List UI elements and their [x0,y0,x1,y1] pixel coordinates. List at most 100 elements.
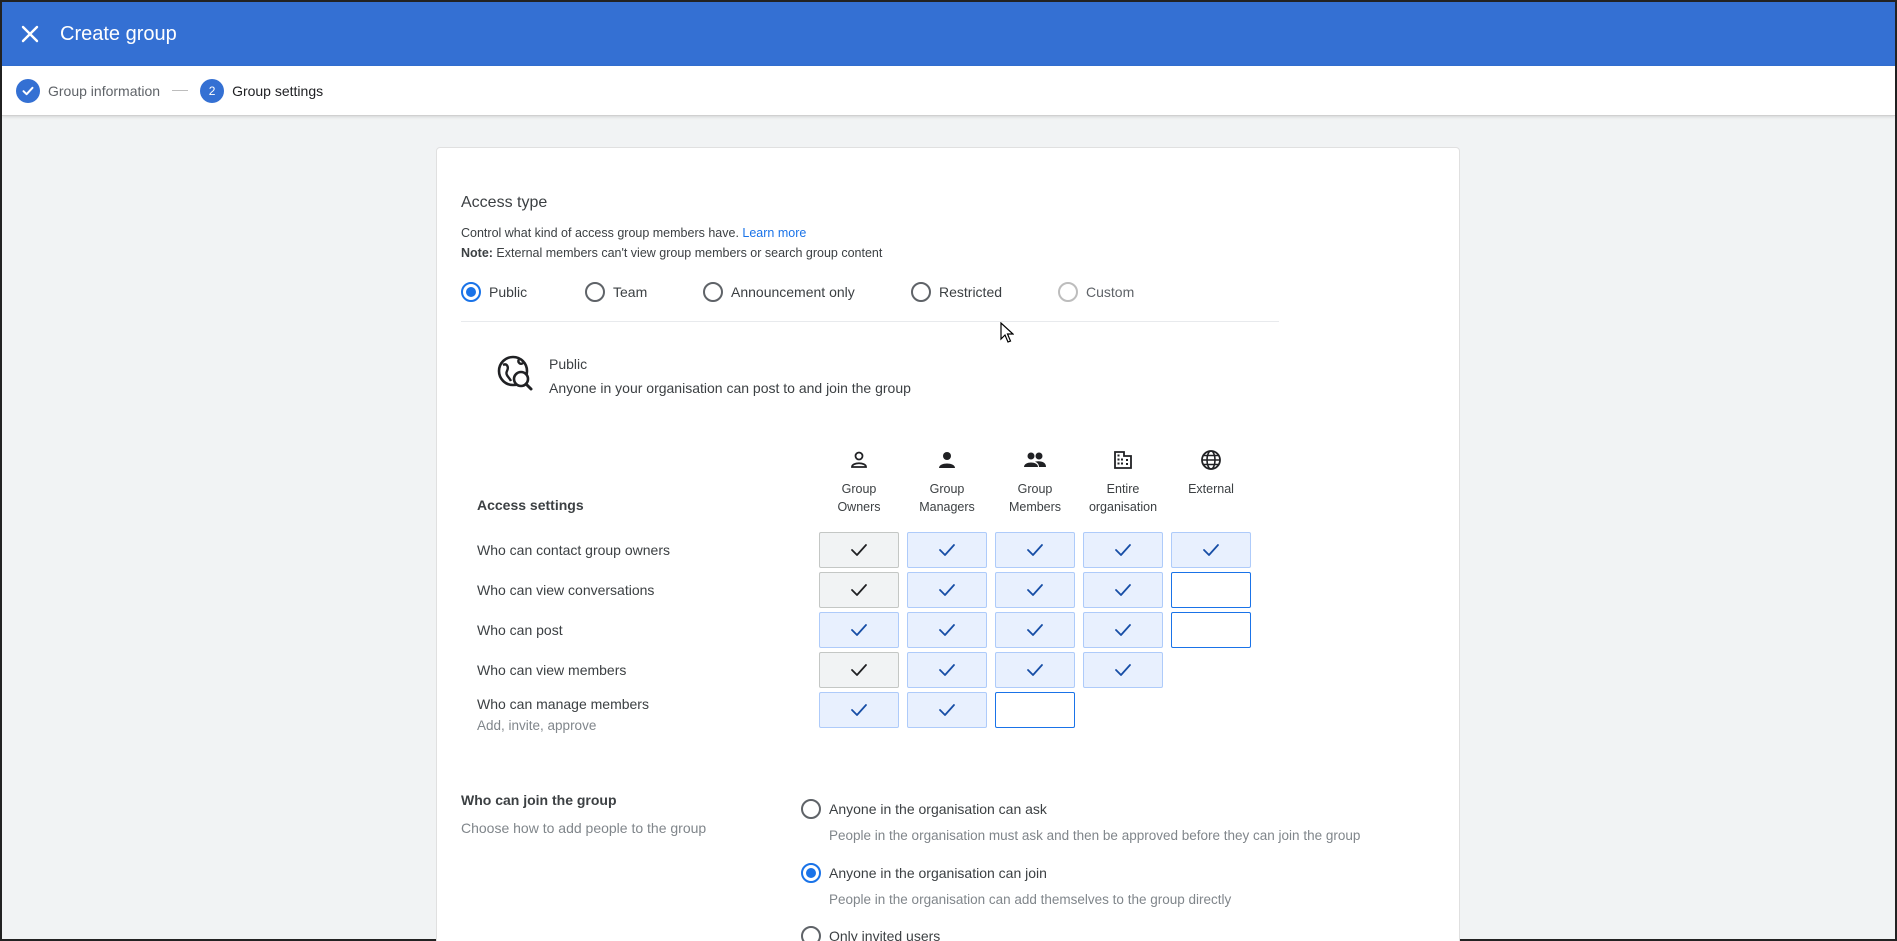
close-icon[interactable] [8,12,52,56]
access-cell-fixed [819,572,899,608]
check-icon [1026,663,1044,677]
radio-label: Only invited users [829,928,941,941]
check-icon [938,583,956,597]
step-separator [172,90,189,91]
column-label-line2: Owners [837,500,881,514]
learn-more-link[interactable]: Learn more [742,226,806,240]
check-icon [850,623,868,637]
check-icon [16,78,40,103]
building-icon [1083,440,1163,480]
step-group-settings[interactable]: 2 Group settings [200,78,324,103]
join-option-join[interactable]: Anyone in the organisation can join [801,863,1047,883]
check-icon [850,663,868,677]
radio-label: Custom [1086,284,1135,300]
check-icon [938,623,956,637]
radio-button[interactable] [801,799,821,819]
access-cell-on[interactable] [907,572,987,608]
check-icon [1114,543,1132,557]
join-option-ask[interactable]: Anyone in the organisation can ask [801,799,1047,819]
access-type-public[interactable]: Public [461,282,585,302]
access-type-restricted[interactable]: Restricted [911,282,1058,302]
join-option-ask-description: People in the organisation must ask and … [829,828,1361,843]
check-icon [938,663,956,677]
column-label-line2: organisation [1088,500,1158,514]
column-external: External [1171,440,1251,498]
radio-button[interactable] [1058,282,1078,302]
row-sublabel-manage-members: Add, invite, approve [477,718,597,733]
radio-button[interactable] [911,282,931,302]
access-cell-on[interactable] [1083,572,1163,608]
row-label-view-members: Who can view members [477,662,627,678]
row-label-manage-members: Who can manage members [477,696,649,712]
column-label-line1: External [1188,482,1234,496]
access-cell-on[interactable] [1171,532,1251,568]
note-text: External members can't view group member… [492,246,883,260]
access-type-team[interactable]: Team [585,282,703,302]
row-label-post: Who can post [477,622,563,638]
settings-card: Access type Control what kind of access … [436,147,1460,941]
check-icon [938,703,956,717]
radio-label: Anyone in the organisation can ask [829,801,1047,817]
access-cell-on[interactable] [819,692,899,728]
check-icon [1114,623,1132,637]
radio-label: Team [613,284,648,300]
access-summary-title: Public [549,356,588,372]
column-label-line1: Group [841,482,877,496]
access-cell-on[interactable] [907,532,987,568]
check-icon [1026,543,1044,557]
check-icon [1114,583,1132,597]
public-search-icon [495,353,535,393]
join-option-join-description: People in the organisation can add thems… [829,892,1232,907]
globe-icon [1171,440,1251,480]
column-group-managers: Group Managers [907,440,987,516]
join-section-title: Who can join the group [461,792,617,808]
access-type-description-text: Control what kind of access group member… [461,226,739,240]
access-cell-on[interactable] [995,532,1075,568]
person-outline-icon [819,440,899,480]
row-label-contact-owners: Who can contact group owners [477,542,670,558]
access-type-custom[interactable]: Custom [1058,282,1134,302]
access-cell-on[interactable] [1083,652,1163,688]
access-cell-on[interactable] [995,572,1075,608]
step-label: Group information [48,82,161,99]
access-type-announcement-only[interactable]: Announcement only [703,282,911,302]
mouse-cursor-icon [1000,321,1015,349]
access-type-radio-group: Public Team Announcement only Restricted… [461,282,1134,302]
access-cell-on[interactable] [907,692,987,728]
step-group-information[interactable]: Group information [16,78,161,103]
access-cell-on[interactable] [1083,612,1163,648]
column-group-members: Group Members [995,440,1075,516]
note-label: Note: [461,246,493,260]
column-label-line1: Entire [1106,482,1140,496]
join-section-description: Choose how to add people to the group [461,820,707,836]
check-icon [1026,623,1044,637]
radio-button[interactable] [801,863,821,883]
stepper: Group information 2 Group settings [2,66,1895,116]
access-cell-on[interactable] [995,652,1075,688]
access-cell-on[interactable] [907,652,987,688]
access-summary-description: Anyone in your organisation can post to … [549,380,911,396]
join-option-invited[interactable]: Only invited users [801,926,940,941]
access-cell-on[interactable] [819,612,899,648]
divider [461,321,1279,322]
radio-label: Announcement only [731,284,855,300]
check-icon [1026,583,1044,597]
column-entire-organisation: Entire organisation [1083,440,1163,516]
access-cell-off[interactable] [1171,572,1251,608]
access-cell-on[interactable] [907,612,987,648]
radio-button[interactable] [801,926,821,941]
check-icon [1114,663,1132,677]
access-cell-on[interactable] [1083,532,1163,568]
step-label: Group settings [232,82,324,99]
column-label-line2: Members [1008,500,1062,514]
access-cell-on[interactable] [995,612,1075,648]
access-cell-off[interactable] [1171,612,1251,648]
radio-label: Restricted [939,284,1003,300]
radio-button[interactable] [703,282,723,302]
radio-button[interactable] [461,282,481,302]
column-label-line1: Group [1017,482,1053,496]
access-type-note: Note: External members can't view group … [461,246,882,260]
access-cell-off[interactable] [995,692,1075,728]
check-icon [1202,543,1220,557]
radio-button[interactable] [585,282,605,302]
